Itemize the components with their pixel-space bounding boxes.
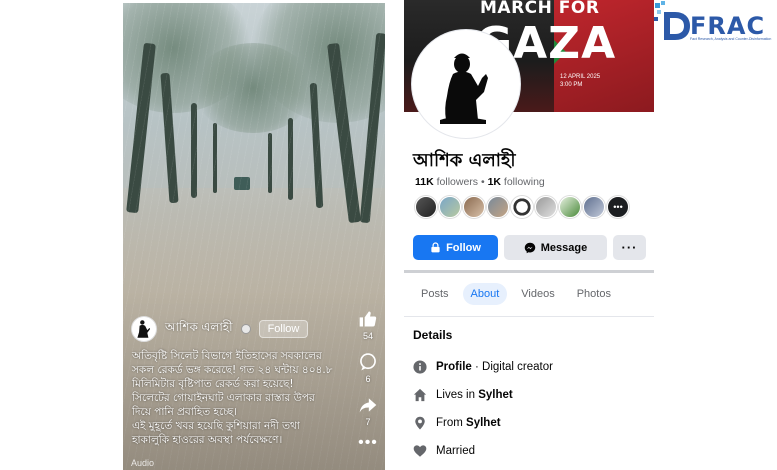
share-button[interactable]: 7	[358, 395, 378, 427]
detail-profile-type: Profile · Digital creator	[413, 360, 553, 374]
details-heading: Details	[413, 328, 453, 342]
detail-relationship: Married	[413, 444, 475, 458]
profile-panel: MARCH FOR GAZA 12 APRIL 2025 3:00 PM আশি…	[404, 0, 654, 470]
profile-name: আশিক এলাহী	[413, 150, 516, 171]
relationship-status: Married	[436, 445, 475, 457]
message-button[interactable]: Message	[504, 235, 607, 260]
from-link[interactable]: Sylhet	[466, 417, 501, 429]
tab-posts[interactable]: Posts	[413, 283, 457, 305]
tab-about[interactable]: About	[462, 283, 508, 305]
location-pin-icon	[415, 416, 425, 430]
followers-label[interactable]: followers	[434, 176, 478, 188]
friend-avatar[interactable]	[439, 196, 461, 218]
comment-count: 6	[365, 374, 371, 384]
messenger-icon	[524, 242, 535, 253]
praying-man-silhouette-icon	[416, 34, 516, 134]
more-options-button[interactable]: ···	[613, 235, 646, 260]
detail-from: From Sylhet	[413, 416, 501, 430]
like-icon	[359, 311, 377, 327]
section-divider	[404, 270, 654, 273]
friend-avatar[interactable]	[535, 196, 557, 218]
friend-avatar[interactable]	[487, 196, 509, 218]
cover-date: 12 APRIL 2025 3:00 PM	[560, 74, 601, 88]
following-label[interactable]: following	[501, 176, 545, 188]
mutual-avatars: •••	[415, 196, 629, 218]
home-icon	[413, 388, 427, 402]
friend-avatar[interactable]	[511, 196, 533, 218]
share-icon	[359, 398, 377, 413]
stats-separator: •	[478, 176, 488, 188]
tab-videos[interactable]: Videos	[513, 283, 562, 305]
video-author: আশিক এলাহী Follow	[131, 316, 309, 342]
cover-title-line1: MARCH FOR	[480, 0, 600, 18]
heart-icon	[413, 445, 427, 457]
video-actions: 54 6 7 •••	[356, 309, 380, 451]
followers-count[interactable]: 11K	[415, 176, 434, 188]
verified-icon	[240, 324, 251, 334]
video-player[interactable]: আশিক এলাহী Follow অতিবৃষ্টি সিলেট বিভাগে…	[123, 3, 385, 470]
profile-tabs: Posts About Videos Photos	[404, 283, 625, 305]
follow-button-label: Follow	[446, 241, 481, 254]
message-button-label: Message	[540, 241, 588, 254]
more-icon[interactable]: •••	[358, 435, 378, 451]
friend-avatar[interactable]	[583, 196, 605, 218]
comment-icon	[360, 353, 376, 371]
lock-icon	[431, 242, 440, 253]
tabs-divider	[404, 316, 654, 317]
following-count[interactable]: 1K	[488, 176, 501, 188]
like-count: 54	[362, 331, 373, 341]
frac-logo: FRAC Fact Research, Analysis and Counter…	[654, 0, 777, 50]
friend-avatar[interactable]	[559, 196, 581, 218]
like-button[interactable]: 54	[358, 309, 378, 341]
audio-label: Audio	[131, 458, 155, 468]
tab-photos[interactable]: Photos	[569, 283, 619, 305]
share-count: 7	[365, 417, 371, 427]
logo-text: FRAC	[690, 12, 766, 40]
video-follow-button[interactable]: Follow	[258, 320, 309, 338]
friend-avatar[interactable]	[415, 196, 437, 218]
follow-button[interactable]: Follow	[413, 235, 498, 260]
profile-picture[interactable]	[412, 30, 520, 138]
comment-button[interactable]: 6	[358, 352, 378, 384]
author-avatar[interactable]	[131, 316, 157, 342]
info-icon	[413, 360, 427, 374]
more-friends-icon[interactable]: •••	[607, 196, 629, 218]
author-name[interactable]: আশিক এলাহী	[165, 319, 233, 339]
friend-avatar[interactable]	[463, 196, 485, 218]
frac-d-mark	[664, 12, 690, 40]
lives-in-link[interactable]: Sylhet	[478, 389, 513, 401]
logo-subtitle: Fact Research, Analysis and Counter-Disi…	[690, 37, 772, 41]
follow-stats: 11K followers • 1K following	[415, 176, 545, 188]
video-caption: অতিবৃষ্টি সিলেট বিভাগে ইতিহাসের সবকালের …	[132, 350, 333, 446]
detail-lives-in: Lives in Sylhet	[413, 388, 513, 402]
